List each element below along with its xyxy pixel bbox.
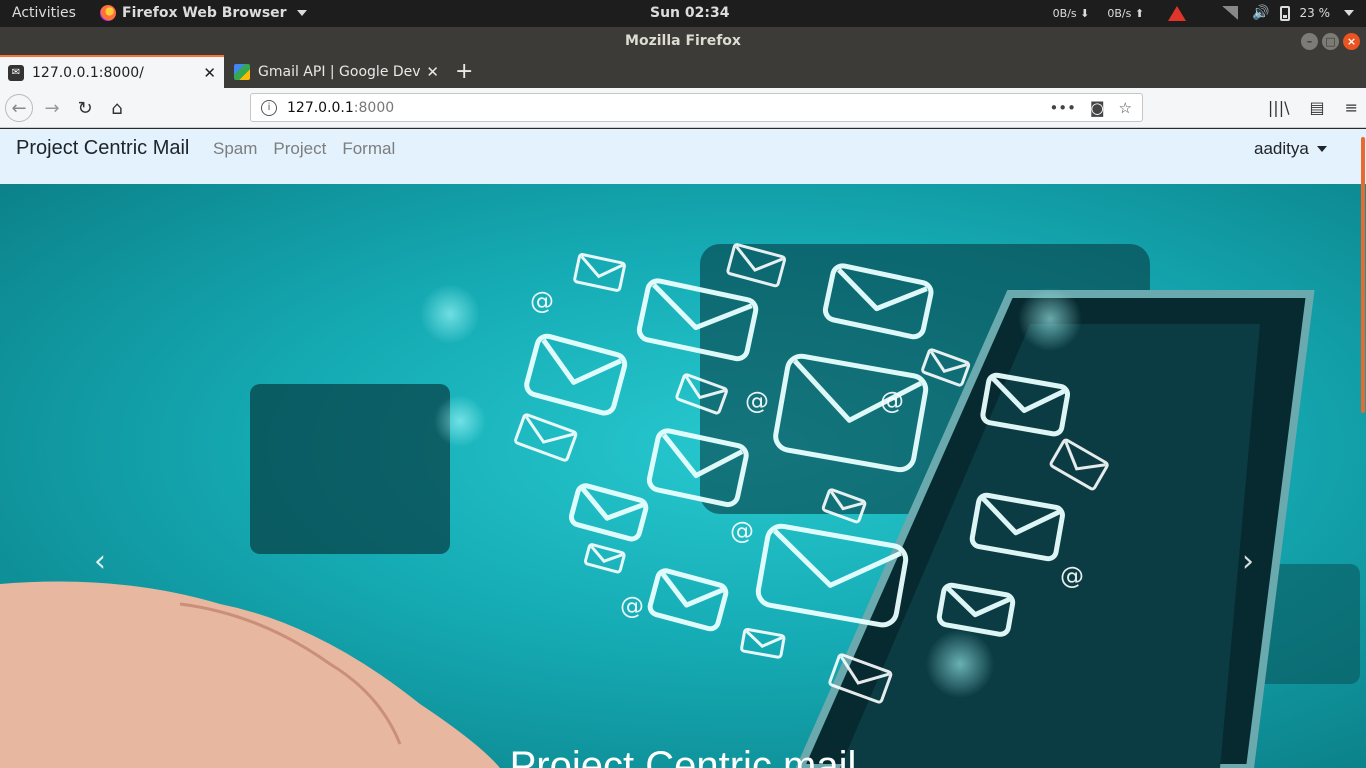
net-down-value: 0B/s [1052, 6, 1077, 20]
tab-strip: ✉ 127.0.0.1:8000/ ✕ Gmail API | Google D… [0, 55, 1366, 88]
library-icon[interactable]: |||\ [1268, 98, 1290, 117]
page-viewport: Project Centric Mail Spam Project Formal… [0, 129, 1366, 768]
battery-percent: 23 % [1299, 6, 1331, 20]
warning-icon[interactable] [1168, 5, 1187, 21]
pocket-icon[interactable]: ◙ [1090, 99, 1105, 117]
page-scrollbar[interactable] [1360, 129, 1366, 768]
back-button[interactable]: ← [5, 94, 33, 122]
nav-link-formal[interactable]: Formal [342, 139, 395, 159]
page-actions-button[interactable]: ••• [1049, 99, 1076, 117]
chevron-down-icon [296, 10, 307, 16]
tab-title: Gmail API | Google Deve [258, 63, 421, 80]
system-top-panel: Activities Firefox Web Browser Sun 02:34… [0, 0, 1366, 27]
svg-text:@: @ [730, 517, 754, 545]
minimize-button[interactable]: – [1301, 33, 1318, 50]
svg-text:@: @ [620, 592, 644, 620]
clock[interactable]: Sun 02:34 [650, 5, 729, 21]
app-menu-label: Firefox Web Browser [122, 5, 287, 21]
user-dropdown[interactable]: aaditya [1254, 139, 1327, 159]
net-up-value: 0B/s [1107, 6, 1132, 20]
volume-icon[interactable]: 🔊 [1252, 5, 1269, 21]
url-host: 127.0.0.1 [287, 99, 354, 116]
user-name: aaditya [1254, 139, 1309, 158]
svg-text:@: @ [530, 287, 554, 315]
home-button[interactable]: ⌂ [103, 94, 131, 122]
address-bar[interactable]: i 127.0.0.1 :8000 ••• ◙ ☆ [250, 93, 1143, 122]
forward-button[interactable]: → [38, 94, 66, 122]
carousel-next-button[interactable]: › [1242, 544, 1254, 579]
tab-gmail-api[interactable]: Gmail API | Google Deve ✕ [226, 55, 447, 88]
browser-toolbar: ← → ↻ ⌂ i 127.0.0.1 :8000 ••• ◙ ☆ |||\ ▤… [0, 88, 1366, 128]
site-brand[interactable]: Project Centric Mail [16, 137, 189, 160]
google-developers-favicon-icon [234, 63, 250, 80]
bookmark-star-icon[interactable]: ☆ [1119, 99, 1132, 117]
network-speed: 0B/s ⬇ 0B/s ⬆ [1053, 7, 1144, 20]
new-tab-button[interactable]: + [455, 59, 473, 84]
tab-localhost[interactable]: ✉ 127.0.0.1:8000/ ✕ [0, 55, 224, 88]
close-tab-icon[interactable]: ✕ [426, 63, 439, 81]
firefox-icon [100, 5, 116, 21]
hero-image: @ @ @ @ @ @ [0, 243, 1360, 768]
carousel-prev-button[interactable]: ‹ [94, 544, 106, 579]
site-navbar: Project Centric Mail Spam Project Formal… [0, 129, 1366, 184]
svg-text:@: @ [880, 387, 904, 415]
upload-arrow-icon: ⬆ [1134, 6, 1145, 20]
download-arrow-icon: ⬇ [1080, 6, 1090, 20]
system-tray[interactable]: 0B/s ⬇ 0B/s ⬆ 🔊 23 % [1053, 5, 1354, 21]
close-window-button[interactable]: × [1343, 33, 1360, 50]
activities-button[interactable]: Activities [12, 5, 76, 21]
hamburger-menu-icon[interactable]: ≡ [1345, 98, 1358, 117]
window-titlebar: Mozilla Firefox – □ × [0, 27, 1366, 55]
tab-title: 127.0.0.1:8000/ [32, 64, 144, 81]
nav-link-spam[interactable]: Spam [213, 139, 257, 159]
hero-carousel: @ @ @ @ @ @ ‹ › Project Centric mail [0, 184, 1366, 768]
battery-icon[interactable] [1279, 5, 1290, 21]
reload-button[interactable]: ↻ [71, 94, 99, 122]
svg-text:@: @ [1060, 562, 1084, 590]
close-tab-icon[interactable]: ✕ [203, 64, 216, 82]
carousel-caption: Project Centric mail [509, 744, 857, 768]
svg-text:@: @ [745, 387, 769, 415]
site-info-icon[interactable]: i [261, 99, 277, 116]
mail-favicon-icon: ✉ [8, 64, 24, 81]
scrollbar-thumb[interactable] [1361, 137, 1365, 413]
app-menu[interactable]: Firefox Web Browser [100, 5, 307, 21]
chevron-down-icon [1316, 146, 1327, 152]
nav-link-project[interactable]: Project [273, 139, 326, 159]
sidebar-icon[interactable]: ▤ [1309, 98, 1324, 117]
window-title: Mozilla Firefox [625, 33, 741, 49]
url-port: :8000 [353, 99, 395, 116]
wifi-signal-icon[interactable] [1222, 6, 1239, 20]
maximize-button[interactable]: □ [1322, 33, 1339, 50]
chevron-down-icon [1344, 10, 1354, 16]
